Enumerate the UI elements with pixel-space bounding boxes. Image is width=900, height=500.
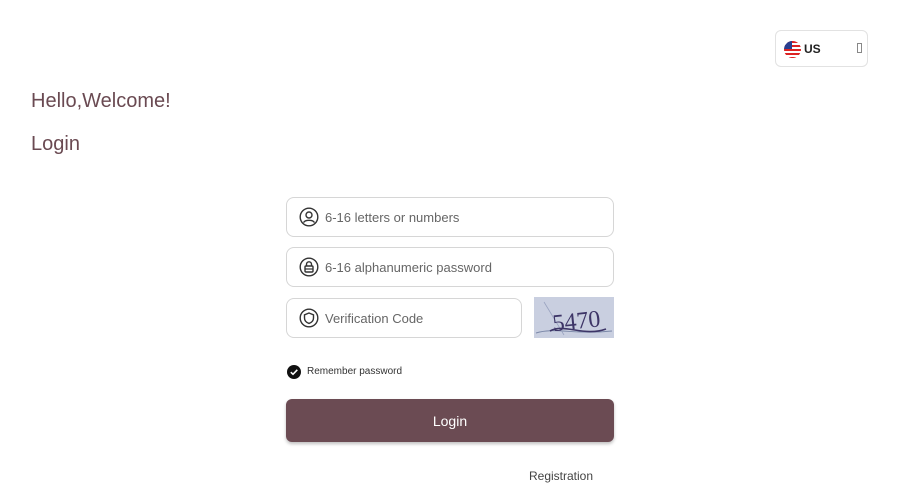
verification-input[interactable] — [325, 299, 511, 337]
password-input[interactable] — [325, 248, 603, 286]
welcome-heading: Hello,Welcome! — [31, 90, 171, 112]
login-button[interactable]: Login — [286, 399, 614, 442]
username-field[interactable] — [286, 197, 614, 237]
captcha-text: 5470 — [551, 306, 601, 337]
checkmark-icon[interactable] — [287, 364, 301, 379]
password-field[interactable] — [286, 247, 614, 287]
username-input[interactable] — [325, 198, 603, 236]
remember-password[interactable]: Remember password — [287, 364, 402, 379]
registration-link[interactable]: Registration — [529, 469, 593, 483]
login-page: US Hello,Welcome! Login 6-16 letters or … — [0, 0, 900, 500]
dropdown-icon — [857, 43, 862, 53]
captcha-image[interactable]: 5470 — [534, 297, 614, 338]
remember-label: Remember password — [307, 366, 403, 377]
us-flag-icon — [784, 41, 801, 58]
language-selector[interactable]: US — [775, 30, 868, 67]
lock-icon — [299, 257, 319, 277]
verification-field[interactable] — [286, 298, 522, 338]
shield-icon — [299, 308, 319, 328]
page-title: Login — [31, 133, 80, 155]
user-icon — [299, 207, 319, 227]
language-code: US — [804, 42, 821, 56]
